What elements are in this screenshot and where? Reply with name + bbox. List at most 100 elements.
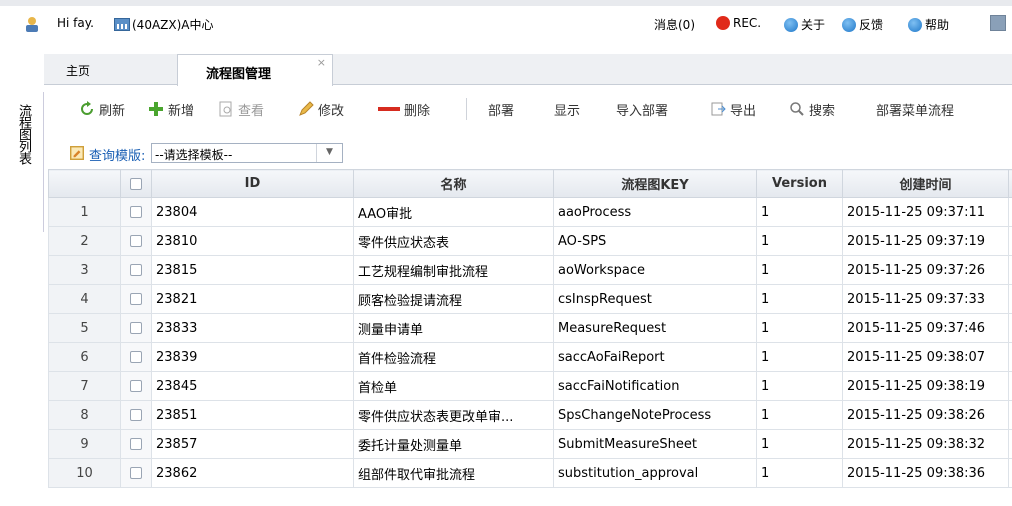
row-checkbox[interactable] — [130, 380, 142, 392]
about-label: 关于 — [801, 18, 826, 32]
view-icon — [219, 101, 232, 117]
row-checkbox-cell — [120, 255, 152, 285]
select-all-checkbox[interactable] — [130, 177, 142, 190]
cell-version: 1 — [756, 342, 843, 372]
table-row[interactable]: 1 23804 AAO审批 aaoProcess 1 2015-11-25 09:37:1… — [48, 197, 1012, 227]
row-checkbox[interactable] — [130, 206, 142, 218]
cell-created: 2015-11-25 09:37:19 — [842, 226, 1009, 256]
row-number: 5 — [48, 313, 121, 343]
export-button[interactable]: 导出 — [710, 100, 757, 119]
table-row[interactable]: 10 23862 组部件取代审批流程 substitution_approval 1 20… — [48, 458, 1012, 488]
import-deploy-button[interactable]: 导入部署 — [616, 100, 668, 119]
row-checkbox[interactable] — [130, 293, 142, 305]
refresh-button[interactable]: 刷新 — [79, 100, 125, 119]
row-checkbox-cell — [120, 313, 152, 343]
export-label: 导出 — [730, 103, 757, 119]
logout-icon[interactable] — [990, 15, 1006, 31]
show-button[interactable]: 显示 — [554, 100, 581, 119]
feedback-link[interactable]: 反馈 — [842, 16, 883, 33]
cell-key: SpsChangeNoteProcess — [553, 400, 757, 430]
search-icon — [790, 102, 804, 116]
org-selector[interactable]: (40AZX)A中心 — [114, 16, 214, 33]
deploy-menu-flow-button[interactable]: 部署菜单流程 — [876, 100, 954, 119]
table-row[interactable]: 4 23821 顾客检验提请流程 csInspRequest 1 2015-11-25 0… — [48, 284, 1012, 314]
template-select-value: --请选择模板-- — [155, 148, 233, 162]
close-icon[interactable]: × — [317, 56, 326, 69]
cell-name: 首件检验流程 — [353, 342, 554, 372]
help-link[interactable]: 帮助 — [908, 16, 949, 33]
org-label: (40AZX)A中心 — [132, 18, 214, 32]
edit-label: 修改 — [318, 103, 345, 119]
row-checkbox[interactable] — [130, 467, 142, 479]
greeting-text: Hi fay. — [57, 16, 94, 30]
cell-created: 2015-11-25 09:38:26 — [842, 400, 1009, 430]
template-select[interactable]: --请选择模板-- ▼ — [151, 143, 343, 163]
flowchart-table: ID 名称 流程图KEY Version 创建时间 1 23804 AAO审批 aao… — [48, 169, 1012, 488]
table-row[interactable]: 5 23833 测量申请单 MeasureRequest 1 2015-11-25 09:… — [48, 313, 1012, 343]
query-template-link[interactable]: 查询模版: — [89, 145, 145, 164]
cell-overflow — [1008, 284, 1012, 314]
row-checkbox[interactable] — [130, 264, 142, 276]
column-header-name[interactable]: 名称 — [353, 169, 554, 198]
select-all-header[interactable] — [120, 169, 152, 198]
messages-label: 消息(0) — [654, 18, 695, 32]
deploy-label: 部署 — [488, 103, 515, 119]
cell-id: 23804 — [151, 197, 354, 227]
cell-overflow — [1008, 400, 1012, 430]
cell-id: 23839 — [151, 342, 354, 372]
about-link[interactable]: 关于 — [784, 16, 825, 33]
search-button[interactable]: 搜索 — [789, 100, 835, 119]
cell-name: AAO审批 — [353, 197, 554, 227]
row-number: 9 — [48, 429, 121, 459]
edit-button[interactable]: 修改 — [298, 100, 345, 119]
cell-overflow — [1008, 429, 1012, 459]
table-row[interactable]: 7 23845 首检单 saccFaiNotification 1 2015-11-25 … — [48, 371, 1012, 401]
column-header-created[interactable]: 创建时间 — [842, 169, 1009, 198]
tab-home[interactable]: 主页 — [66, 62, 90, 79]
plus-icon — [149, 102, 163, 116]
cell-id: 23821 — [151, 284, 354, 314]
column-header-key[interactable]: 流程图KEY — [553, 169, 757, 198]
view-button[interactable]: 查看 — [218, 100, 264, 119]
row-checkbox[interactable] — [130, 351, 142, 363]
row-number-header — [48, 169, 121, 198]
cell-key: csInspRequest — [553, 284, 757, 314]
help-label: 帮助 — [925, 18, 950, 32]
delete-button[interactable]: 删除 — [378, 100, 430, 119]
chevron-down-icon[interactable]: ▼ — [316, 144, 342, 162]
cell-name: 首检单 — [353, 371, 554, 401]
table-row[interactable]: 9 23857 委托计量处测量单 SubmitMeasureSheet 1 2015-11… — [48, 429, 1012, 459]
cell-created: 2015-11-25 09:38:07 — [842, 342, 1009, 372]
messages-link[interactable]: 消息(0) — [654, 16, 695, 33]
column-header-overflow — [1008, 169, 1012, 198]
rec-button[interactable]: REC. — [716, 16, 761, 30]
tab-flowchart-management[interactable]: 流程图管理 × — [177, 54, 333, 86]
row-checkbox[interactable] — [130, 235, 142, 247]
row-checkbox[interactable] — [130, 438, 142, 450]
query-template-icon — [70, 146, 84, 160]
cell-key: AO-SPS — [553, 226, 757, 256]
cell-created: 2015-11-25 09:37:46 — [842, 313, 1009, 343]
row-checkbox[interactable] — [130, 409, 142, 421]
record-icon — [716, 16, 730, 30]
cell-created: 2015-11-25 09:38:36 — [842, 458, 1009, 488]
table-row[interactable]: 2 23810 零件供应状态表 AO-SPS 1 2015-11-25 09:37:19 — [48, 226, 1012, 256]
table-row[interactable]: 6 23839 首件检验流程 saccAoFaiReport 1 2015-11-25 0… — [48, 342, 1012, 372]
refresh-icon — [81, 101, 93, 115]
side-panel-tab[interactable]: 流程图列表 — [14, 104, 31, 164]
cell-id: 23810 — [151, 226, 354, 256]
show-label: 显示 — [554, 103, 581, 119]
rec-label: REC. — [733, 16, 762, 30]
cell-id: 23833 — [151, 313, 354, 343]
row-checkbox[interactable] — [130, 322, 142, 334]
cell-name: 零件供应状态表 — [353, 226, 554, 256]
cell-key: aaoProcess — [553, 197, 757, 227]
add-button[interactable]: 新增 — [148, 100, 194, 119]
column-header-id[interactable]: ID — [151, 169, 354, 198]
deploy-button[interactable]: 部署 — [488, 100, 515, 119]
table-row[interactable]: 8 23851 零件供应状态表更改单审... SpsChangeNoteProcess… — [48, 400, 1012, 430]
cell-created: 2015-11-25 09:38:32 — [842, 429, 1009, 459]
table-row[interactable]: 3 23815 工艺规程编制审批流程 aoWorkspace 1 2015-11-25 0… — [48, 255, 1012, 285]
cell-overflow — [1008, 255, 1012, 285]
column-header-version[interactable]: Version — [756, 169, 843, 198]
